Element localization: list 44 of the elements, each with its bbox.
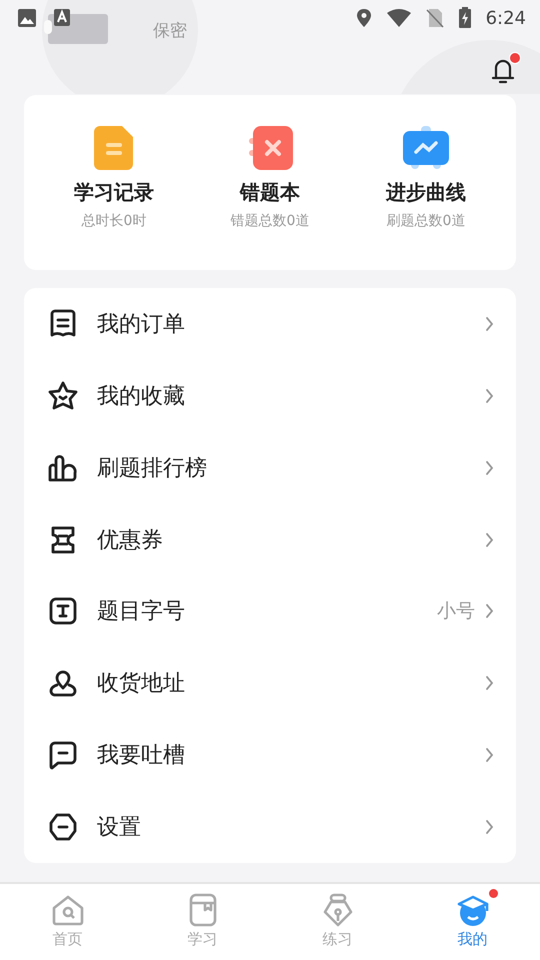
stat-item[interactable]: 进步曲线 刷题总数0道 <box>356 125 496 230</box>
chevron-icon <box>485 603 494 620</box>
document-icon <box>94 125 134 171</box>
menu-label: 刷题排行榜 <box>97 454 208 483</box>
menu-label: 我要吐槽 <box>97 742 186 770</box>
menu-item[interactable]: 收货地址 <box>24 647 516 720</box>
stat-item[interactable]: 错题本 错题总数0道 <box>200 125 340 230</box>
chevron-icon <box>485 819 494 836</box>
menu-item[interactable]: 题目字号 小号 <box>24 576 516 648</box>
chevron-icon <box>485 675 494 692</box>
location-icon <box>356 8 372 28</box>
keyboard-icon <box>53 8 71 28</box>
menu-value: 小号 <box>437 599 475 624</box>
menu-label: 优惠券 <box>97 526 164 555</box>
no-sim-icon <box>426 8 444 28</box>
chevron-icon <box>485 388 494 404</box>
stat-item[interactable]: 学习记录 总时长0时 <box>44 125 184 230</box>
menu-item[interactable]: 我的收藏 <box>24 360 516 432</box>
tab-item[interactable]: 我的 <box>405 884 540 960</box>
menu-item[interactable]: 刷题排行榜 <box>24 432 516 504</box>
menu-label: 我的收藏 <box>97 382 186 411</box>
clock-time: 6:24 <box>486 8 526 28</box>
menu-label: 设置 <box>97 814 142 842</box>
menu-item[interactable]: 设置 <box>24 791 516 863</box>
chevron-icon <box>485 532 494 548</box>
chart-board-icon <box>403 125 449 171</box>
star-icon <box>47 380 79 412</box>
text-icon <box>47 595 79 628</box>
menu-label: 题目字号 <box>97 598 186 626</box>
battery-icon <box>458 7 472 29</box>
notebook-icon <box>247 125 293 171</box>
chevron-icon <box>485 747 494 764</box>
menu-item[interactable]: 我要吐槽 <box>24 719 516 792</box>
settings-icon <box>47 811 79 844</box>
image-icon <box>17 8 37 28</box>
privacy-label: 保密 <box>153 20 187 42</box>
menu-label: 收货地址 <box>97 670 186 698</box>
menu-item[interactable]: 优惠券 <box>24 504 516 576</box>
chevron-icon <box>485 316 494 332</box>
menu-item[interactable]: 我的订单 <box>24 288 516 360</box>
menu-label: 我的订单 <box>97 310 186 339</box>
chevron-icon <box>485 460 494 476</box>
wifi-icon <box>386 8 412 28</box>
chat-icon <box>47 739 79 772</box>
